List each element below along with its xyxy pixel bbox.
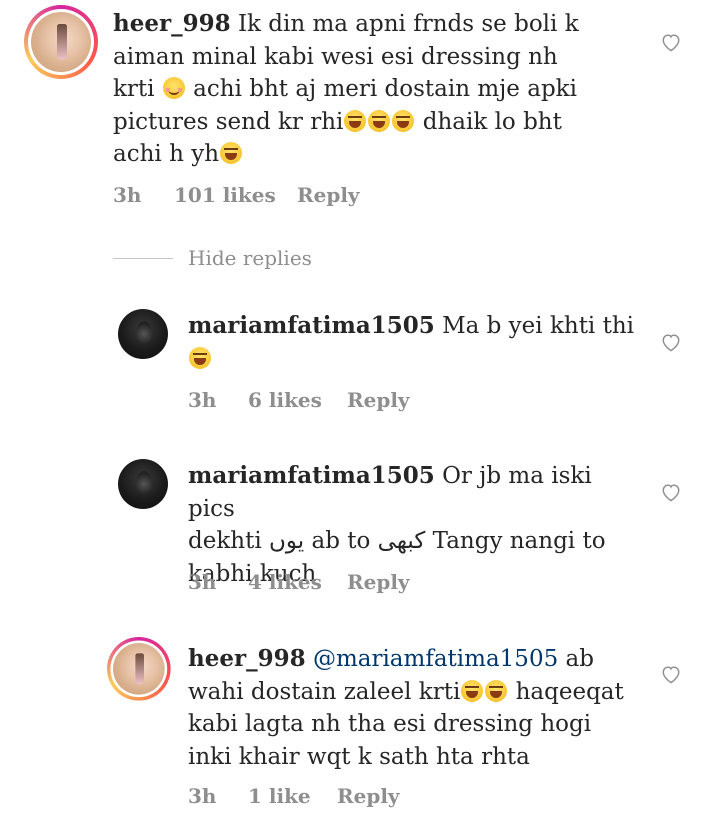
reply-button[interactable]: Reply bbox=[297, 183, 360, 207]
username[interactable]: heer_998 bbox=[188, 645, 306, 672]
avatar[interactable] bbox=[24, 5, 98, 79]
comment-text: heer_998 Ik din ma apni frnds se boli k … bbox=[113, 10, 579, 167]
mention-link[interactable]: @mariamfatima1505 bbox=[313, 646, 558, 672]
face-with-tears-of-joy-icon bbox=[368, 109, 391, 132]
smiling-face-icon bbox=[162, 77, 185, 99]
timestamp: 3h bbox=[188, 388, 217, 412]
reply-button[interactable]: Reply bbox=[337, 784, 400, 808]
timestamp: 3h bbox=[188, 784, 217, 808]
avatar[interactable] bbox=[107, 637, 171, 701]
likes-count[interactable]: 1 like bbox=[248, 784, 311, 808]
username[interactable]: mariamfatima1505 bbox=[188, 462, 435, 489]
hide-replies-label: Hide replies bbox=[188, 246, 312, 270]
heart-outline-icon[interactable] bbox=[660, 332, 682, 352]
face-with-tears-of-joy-icon bbox=[485, 679, 508, 702]
heart-outline-icon[interactable] bbox=[660, 482, 682, 502]
avatar[interactable] bbox=[118, 459, 168, 509]
username[interactable]: mariamfatima1505 bbox=[188, 312, 435, 339]
face-with-tears-of-joy-icon bbox=[220, 142, 243, 164]
likes-count[interactable]: 6 likes bbox=[248, 388, 322, 412]
likes-count[interactable]: 4 likes bbox=[248, 570, 322, 594]
divider-line bbox=[113, 258, 173, 259]
face-with-tears-of-joy-icon bbox=[189, 346, 211, 369]
comment-text: mariamfatima1505 Ma b yei khti thi bbox=[188, 310, 638, 375]
heart-outline-icon[interactable] bbox=[660, 32, 682, 52]
comment-text: heer_998 @mariamfatima1505 ab wahi dosta… bbox=[188, 645, 624, 770]
reply-button[interactable]: Reply bbox=[347, 570, 410, 594]
reply-button[interactable]: Reply bbox=[347, 388, 410, 412]
likes-count[interactable]: 101 likes bbox=[174, 183, 276, 207]
face-with-tears-of-joy-icon bbox=[392, 109, 415, 132]
timestamp: 3h bbox=[113, 183, 142, 207]
timestamp: 3h bbox=[188, 570, 217, 594]
heart-outline-icon[interactable] bbox=[660, 664, 682, 684]
face-with-tears-of-joy-icon bbox=[461, 679, 484, 702]
avatar[interactable] bbox=[118, 309, 168, 359]
face-with-tears-of-joy-icon bbox=[344, 109, 367, 132]
username[interactable]: heer_998 bbox=[113, 10, 231, 37]
